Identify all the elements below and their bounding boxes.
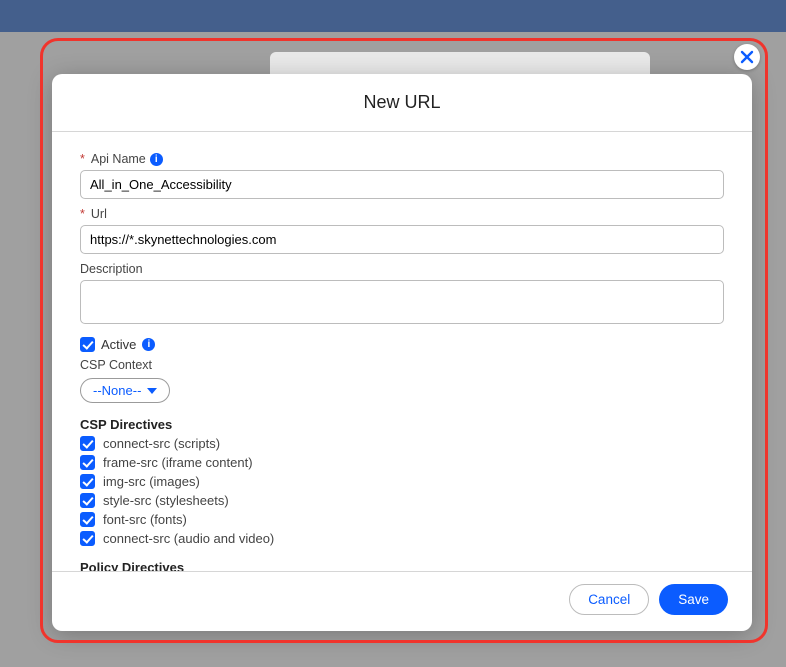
csp-directive-item[interactable]: connect-src (audio and video): [80, 531, 724, 546]
active-checkbox[interactable]: [80, 337, 95, 352]
close-icon: [739, 49, 755, 65]
csp-directive-checkbox[interactable]: [80, 436, 95, 451]
csp-directive-item[interactable]: style-src (stylesheets): [80, 493, 724, 508]
url-label-text: Url: [91, 207, 107, 221]
csp-directive-checkbox[interactable]: [80, 474, 95, 489]
csp-directives-heading: CSP Directives: [80, 417, 724, 432]
csp-directive-label: style-src (stylesheets): [103, 493, 229, 508]
csp-directive-checkbox[interactable]: [80, 455, 95, 470]
url-label: * Url: [80, 207, 724, 221]
required-asterisk: *: [80, 152, 85, 166]
csp-directive-checkbox[interactable]: [80, 531, 95, 546]
api-name-label-text: Api Name: [91, 152, 146, 166]
policy-directives-heading: Policy Directives: [80, 560, 724, 571]
save-button[interactable]: Save: [659, 584, 728, 615]
csp-directive-item[interactable]: frame-src (iframe content): [80, 455, 724, 470]
api-name-input[interactable]: [80, 170, 724, 199]
csp-directive-label: connect-src (audio and video): [103, 531, 274, 546]
active-row: Active i: [80, 337, 724, 352]
modal-footer: Cancel Save: [52, 571, 752, 631]
info-icon[interactable]: i: [150, 153, 163, 166]
csp-directive-checkbox[interactable]: [80, 512, 95, 527]
cancel-button[interactable]: Cancel: [569, 584, 649, 615]
url-input[interactable]: [80, 225, 724, 254]
csp-directives-list: connect-src (scripts) frame-src (iframe …: [80, 436, 724, 546]
description-input[interactable]: [80, 280, 724, 324]
csp-directive-label: connect-src (scripts): [103, 436, 220, 451]
close-modal-button[interactable]: [734, 44, 760, 70]
csp-directive-item[interactable]: font-src (fonts): [80, 512, 724, 527]
modal-form: * Api Name i * Url Description Active i: [52, 132, 752, 571]
csp-directive-label: frame-src (iframe content): [103, 455, 253, 470]
description-label-text: Description: [80, 262, 143, 276]
new-url-modal: New URL * Api Name i * Url Description: [52, 74, 752, 631]
csp-directive-item[interactable]: img-src (images): [80, 474, 724, 489]
info-icon[interactable]: i: [142, 338, 155, 351]
csp-directive-label: img-src (images): [103, 474, 200, 489]
required-asterisk: *: [80, 207, 85, 221]
background-header-bar: [0, 0, 786, 32]
description-label: Description: [80, 262, 724, 276]
modal-title: New URL: [52, 74, 752, 131]
csp-context-selected: --None--: [93, 383, 141, 398]
api-name-label: * Api Name i: [80, 152, 724, 166]
csp-context-label: CSP Context: [80, 358, 724, 372]
csp-directive-checkbox[interactable]: [80, 493, 95, 508]
active-label: Active: [101, 337, 136, 352]
chevron-down-icon: [147, 388, 157, 394]
csp-directive-label: font-src (fonts): [103, 512, 187, 527]
csp-context-select[interactable]: --None--: [80, 378, 170, 403]
csp-directive-item[interactable]: connect-src (scripts): [80, 436, 724, 451]
